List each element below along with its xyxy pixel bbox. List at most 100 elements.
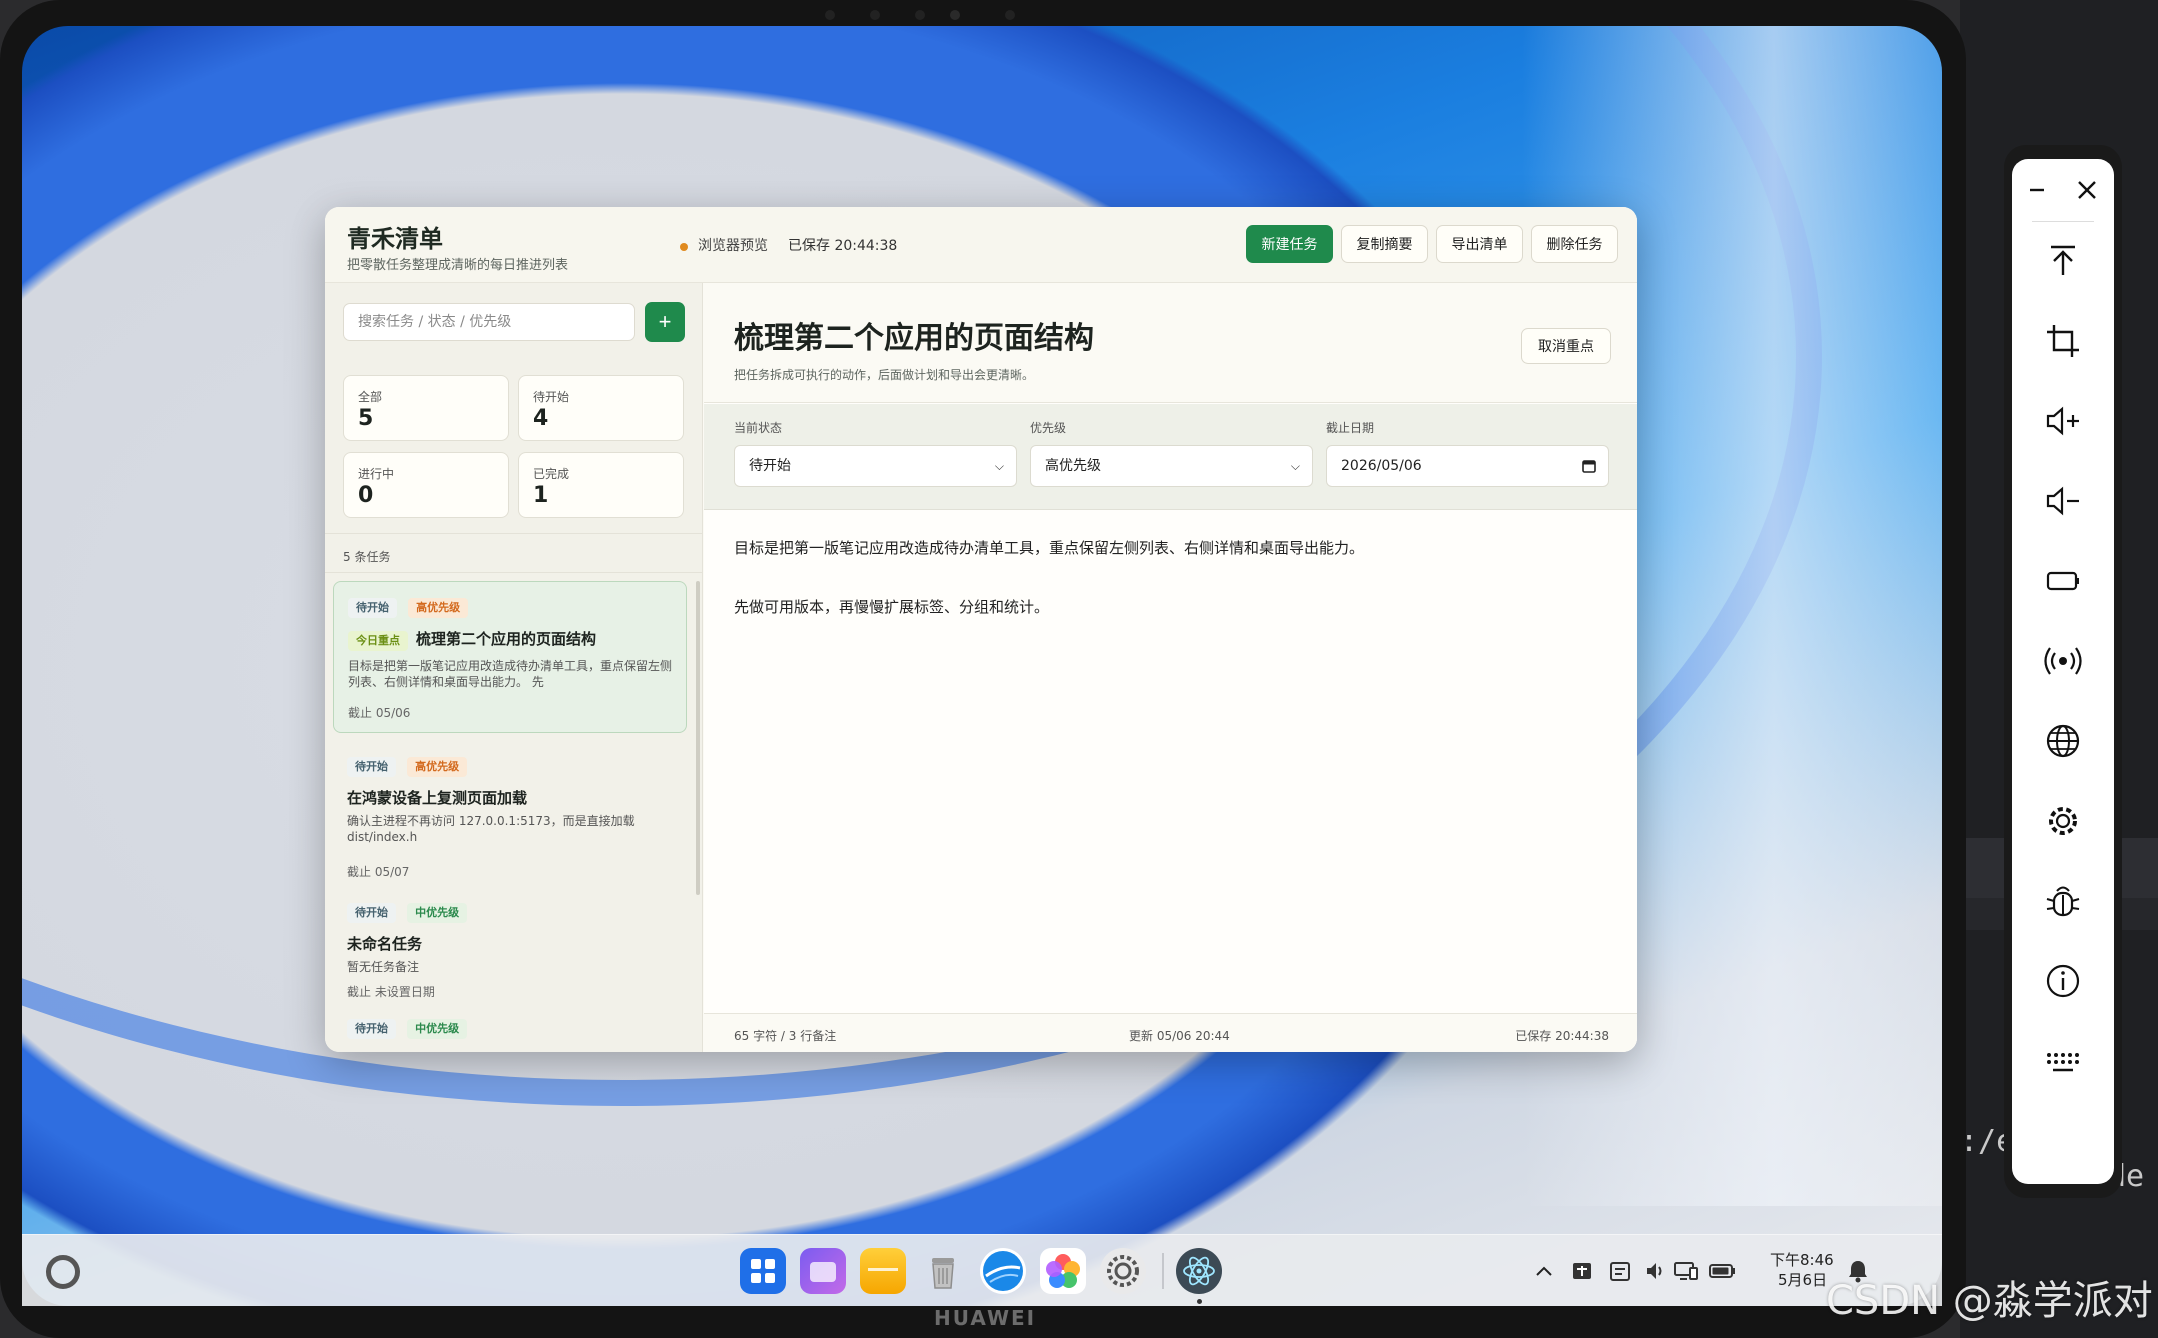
grid-icon[interactable]: [740, 1248, 786, 1294]
stat-card-doing[interactable]: 进行中 0: [343, 452, 509, 518]
status-tag: 待开始: [347, 757, 396, 777]
task-detail: 梳理第二个应用的页面结构 把任务拆成可执行的动作，后面做计划和导出会更清晰。 取…: [704, 283, 1637, 1052]
emulator-toolbar-panel: [2012, 159, 2114, 1184]
app-subtitle: 把零散任务整理成清晰的每日推进列表: [347, 258, 569, 273]
app-header: 青禾清单 把零散任务整理成清晰的每日推进列表 浏览器预览 已保存 20:44:3…: [325, 207, 1637, 283]
unfocus-button[interactable]: 取消重点: [1521, 328, 1611, 364]
pin-top-icon[interactable]: [2043, 241, 2083, 281]
app-window: 青禾清单 把零散任务整理成清晰的每日推进列表 浏览器预览 已保存 20:44:3…: [325, 207, 1637, 1052]
priority-select[interactable]: 高优先级 ⌵: [1030, 445, 1313, 487]
clock-time[interactable]: 下午8:46: [1770, 1249, 1834, 1270]
multiwindow-icon[interactable]: [800, 1248, 846, 1294]
status-select-value: 待开始: [749, 458, 791, 474]
minimize-icon[interactable]: [2026, 179, 2048, 201]
add-task-button[interactable]: +: [645, 302, 685, 342]
gallery-icon[interactable]: [1040, 1248, 1086, 1294]
camera-dots: [825, 10, 1015, 20]
volume-icon[interactable]: [1642, 1257, 1670, 1285]
display-icon[interactable]: [1672, 1257, 1700, 1285]
task-item[interactable]: 待开始 高优先级 在鸿蒙设备上复测页面加载 确认主进程不再访问 127.0.0.…: [333, 741, 687, 881]
stat-card-all[interactable]: 全部 5: [343, 375, 509, 441]
input-method-icon[interactable]: [1568, 1257, 1596, 1285]
start-button-icon[interactable]: [46, 1255, 80, 1289]
stat-card-todo[interactable]: 待开始 4: [518, 375, 684, 441]
task-title-row: 今日重点 梳理第二个应用的页面结构: [348, 628, 596, 651]
trash-icon[interactable]: [920, 1248, 966, 1294]
task-title: 在鸿蒙设备上复测页面加载: [347, 789, 528, 807]
task-item[interactable]: 待开始 中优先级 未命名任务 暂无任务备注 截止 未设置日期: [333, 887, 687, 1007]
browser-icon[interactable]: [980, 1248, 1026, 1294]
volume-up-icon[interactable]: [2043, 401, 2083, 441]
task-count: 5 条任务: [343, 550, 391, 564]
chevron-down-icon: ⌵: [1290, 459, 1300, 473]
search-input[interactable]: [343, 303, 635, 341]
priority-tag: 中优先级: [407, 903, 468, 923]
char-count: 65 字符 / 3 行备注: [734, 1029, 837, 1043]
priority-select-value: 高优先级: [1045, 458, 1101, 474]
status-dot-icon: [680, 243, 688, 251]
task-title: 梳理第二个应用的页面结构: [416, 630, 597, 648]
task-item[interactable]: 待开始 中优先级: [333, 1017, 687, 1052]
status-label: 当前状态: [734, 421, 783, 435]
focus-tag: 今日重点: [348, 631, 408, 651]
task-title: 未命名任务: [347, 935, 423, 953]
task-list-scrollbar[interactable]: [696, 581, 700, 895]
close-icon[interactable]: [2074, 177, 2100, 203]
priority-label: 优先级: [1030, 421, 1067, 435]
chevron-up-icon[interactable]: [1530, 1257, 1558, 1285]
detail-title[interactable]: 梳理第二个应用的页面结构: [734, 313, 1094, 357]
running-indicator: [1197, 1299, 1202, 1304]
gear-icon[interactable]: [2043, 801, 2083, 841]
emulator-toolbar: [2004, 145, 2122, 1198]
volume-down-icon[interactable]: [2043, 481, 2083, 521]
app-title: 青禾清单: [347, 225, 443, 253]
clock-date[interactable]: 5月6日: [1778, 1269, 1827, 1290]
bug-icon[interactable]: [2043, 881, 2083, 921]
status-tag: 待开始: [348, 598, 397, 618]
clipboard-icon[interactable]: [1606, 1257, 1634, 1285]
detail-header: 梳理第二个应用的页面结构 把任务拆成可执行的动作，后面做计划和导出会更清晰。 取…: [704, 283, 1637, 403]
delete-task-button[interactable]: 删除任务: [1531, 225, 1618, 263]
task-item-active[interactable]: 待开始 高优先级 今日重点 梳理第二个应用的页面结构 目标是把第一版笔记应用改造成…: [333, 581, 687, 733]
due-date-value: 2026/05/06: [1341, 458, 1422, 474]
status-tag: 待开始: [347, 1019, 396, 1039]
due-date-input[interactable]: 2026/05/06: [1326, 445, 1609, 487]
task-due: 截止 05/07: [347, 865, 410, 879]
notes-icon[interactable]: [860, 1248, 906, 1294]
power-button-icon[interactable]: [2043, 561, 2083, 601]
stat-label: 进行中: [358, 467, 395, 481]
stat-label: 已完成: [533, 467, 570, 481]
detail-note-line[interactable]: 先做可用版本，再慢慢扩展标签、分组和统计。: [734, 596, 1049, 617]
battery-icon[interactable]: [1708, 1257, 1736, 1285]
detail-footer: 65 字符 / 3 行备注 更新 05/06 20:44 已保存 20:44:3…: [704, 1013, 1637, 1052]
keyboard-icon[interactable]: [2043, 1041, 2083, 1081]
settings-icon[interactable]: [1100, 1248, 1146, 1294]
status-select[interactable]: 待开始 ⌵: [734, 445, 1017, 487]
globe-icon[interactable]: [2043, 721, 2083, 761]
copy-summary-button[interactable]: 复制摘要: [1341, 225, 1428, 263]
calendar-icon[interactable]: [1582, 459, 1596, 473]
export-list-button[interactable]: 导出清单: [1436, 225, 1523, 263]
info-icon[interactable]: [2043, 961, 2083, 1001]
saved-status: 已保存 20:44:38: [788, 238, 898, 254]
signal-icon[interactable]: [2043, 641, 2083, 681]
new-task-button[interactable]: 新建任务: [1246, 225, 1333, 263]
toolbar-divider: [2032, 221, 2094, 222]
stat-card-done[interactable]: 已完成 1: [518, 452, 684, 518]
electron-icon[interactable]: [1176, 1248, 1222, 1294]
crop-screenshot-icon[interactable]: [2043, 321, 2083, 361]
saved-time: 已保存 20:44:38: [1515, 1029, 1609, 1043]
scene: :/el -de HUAWEI 青禾清单 把零散任务整理成清晰的每日推进列表 浏…: [0, 0, 2158, 1338]
task-tags: 待开始 中优先级: [347, 1017, 473, 1039]
task-sidebar: + 全部 5 待开始 4 进行中 0 已完成 1 5 条任务: [325, 283, 703, 1052]
detail-note-line[interactable]: 目标是把第一版笔记应用改造成待办清单工具，重点保留左侧列表、右侧详情和桌面导出能…: [734, 537, 1364, 558]
priority-tag: 中优先级: [407, 1019, 468, 1039]
status-tag: 待开始: [347, 903, 396, 923]
task-desc: 确认主进程不再访问 127.0.0.1:5173，而是直接加载 dist/ind…: [347, 814, 635, 844]
stat-value: 1: [533, 483, 549, 508]
task-tags: 待开始 中优先级: [347, 901, 473, 923]
due-label: 截止日期: [1326, 421, 1375, 435]
task-desc: 目标是把第一版笔记应用改造成待办清单工具，重点保留左侧列表、右侧详情和桌面导出能…: [348, 659, 673, 689]
task-count-bar: 5 条任务: [325, 533, 703, 573]
task-desc: 暂无任务备注: [347, 960, 420, 974]
